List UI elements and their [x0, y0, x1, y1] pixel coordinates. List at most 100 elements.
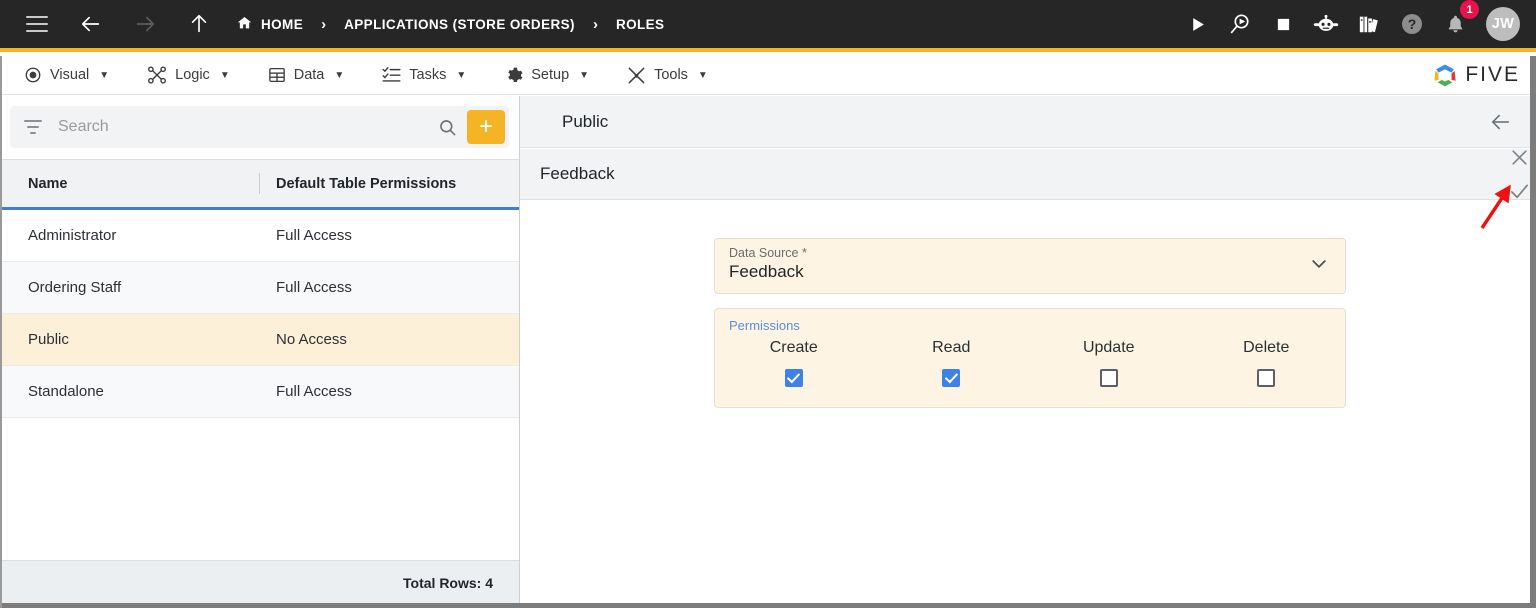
chevron-down-icon-tasks: ▼: [456, 69, 467, 81]
top-navigation-bar: HOME › APPLICATIONS (STORE ORDERS) › ROL…: [0, 0, 1536, 52]
menu-label-setup: Setup: [531, 67, 570, 83]
permissions-legend: Permissions: [729, 318, 800, 333]
column-header-permissions[interactable]: Default Table Permissions: [260, 176, 519, 192]
record-header: Public: [520, 96, 1536, 148]
hamburger-menu-icon[interactable]: [22, 9, 52, 39]
form-header: Feedback: [520, 148, 1536, 200]
permission-label-create: Create: [769, 339, 818, 356]
permission-label-update: Update: [1082, 339, 1135, 356]
five-logo-mark: [1434, 64, 1456, 87]
window-edge-right: [1530, 56, 1536, 608]
home-icon: [236, 15, 253, 34]
library-icon[interactable]: [1354, 9, 1384, 39]
window-edge-bottom: [0, 603, 1536, 608]
nav-back-icon[interactable]: [76, 9, 106, 39]
table-row[interactable]: Administrator Full Access: [0, 210, 519, 262]
data-source-label: Data Source *: [729, 246, 807, 260]
column-divider[interactable]: [259, 173, 260, 194]
chevron-down-icon-logic: ▼: [219, 69, 230, 81]
logic-nodes-icon: [147, 66, 167, 84]
checkbox-read[interactable]: [942, 369, 961, 387]
role-detail-panel: Public Feedback Data Source * Feedback P…: [520, 96, 1536, 604]
search-run-icon[interactable]: [1225, 9, 1255, 39]
chevron-down-icon-tools: ▼: [697, 69, 708, 81]
menu-item-setup[interactable]: Setup ▼: [490, 66, 603, 85]
data-source-select[interactable]: Data Source * Feedback: [714, 238, 1346, 294]
menu-item-logic[interactable]: Logic ▼: [133, 66, 244, 84]
table-footer: Total Rows: 4: [0, 560, 519, 604]
menu-label-tools: Tools: [654, 67, 688, 83]
menu-item-visual[interactable]: Visual ▼: [10, 66, 123, 84]
help-icon[interactable]: ?: [1397, 9, 1427, 39]
menu-label-visual: Visual: [50, 67, 90, 83]
search-icon[interactable]: [428, 118, 467, 137]
cell-name: Administrator: [28, 227, 117, 244]
gear-icon: [504, 66, 523, 85]
cell-name: Public: [28, 331, 69, 348]
roles-table: Name Default Table Permissions Administr…: [0, 159, 519, 418]
five-logo: FIVE: [1432, 62, 1520, 88]
avatar[interactable]: JW: [1486, 7, 1520, 41]
tasks-list-icon: [382, 66, 401, 84]
permissions-fieldset: Permissions Create Read Update Delete: [714, 308, 1346, 408]
window-edge-left: [0, 56, 2, 608]
form-title: Feedback: [540, 164, 615, 183]
stop-icon[interactable]: [1268, 9, 1298, 39]
menu-item-tasks[interactable]: Tasks ▼: [368, 66, 480, 84]
cell-name: Standalone: [28, 383, 104, 400]
breadcrumb-label-roles: ROLES: [615, 16, 665, 32]
table-icon: [268, 66, 286, 84]
cell-name: Ordering Staff: [28, 279, 122, 296]
eye-icon: [24, 66, 42, 84]
table-row[interactable]: Ordering Staff Full Access: [0, 262, 519, 314]
breadcrumb-item-roles[interactable]: ROLES: [616, 17, 665, 32]
panel-back-icon[interactable]: [1484, 105, 1518, 139]
svg-text:?: ?: [1408, 16, 1417, 32]
form-body: Data Source * Feedback Permissions Creat…: [520, 200, 1536, 408]
permission-read: Read: [873, 339, 1031, 387]
data-source-value: Feedback: [729, 262, 804, 281]
page-title: Public: [562, 111, 609, 131]
chevron-down-icon-data: ▼: [334, 69, 345, 81]
menu-label-tasks: Tasks: [409, 67, 447, 83]
checkbox-create[interactable]: [784, 369, 803, 387]
run-icon[interactable]: [1182, 9, 1212, 39]
main-content-area: + Name Default Table Permissions Adminis…: [0, 96, 1536, 604]
permission-label-delete: Delete: [1243, 339, 1290, 356]
nav-forward-icon[interactable]: [130, 9, 160, 39]
robot-icon[interactable]: [1311, 9, 1341, 39]
filter-icon[interactable]: [24, 120, 42, 134]
add-record-button[interactable]: +: [467, 110, 505, 144]
permission-update: Update: [1030, 339, 1188, 387]
table-row[interactable]: Standalone Full Access: [0, 366, 519, 418]
checkbox-delete[interactable]: [1257, 369, 1276, 387]
breadcrumb-item-home[interactable]: HOME: [236, 15, 303, 34]
breadcrumb-label-home: HOME: [261, 16, 304, 32]
menu-item-tools[interactable]: Tools ▼: [613, 66, 722, 85]
tools-icon: [627, 66, 646, 85]
breadcrumb-item-applications[interactable]: APPLICATIONS (STORE ORDERS): [344, 17, 575, 32]
total-rows-label: Total Rows: 4: [403, 574, 493, 591]
permission-delete: Delete: [1188, 339, 1346, 387]
breadcrumb-separator: ›: [321, 15, 327, 33]
cell-permissions: Full Access: [276, 383, 352, 400]
roles-list-panel: + Name Default Table Permissions Adminis…: [0, 96, 520, 604]
table-row-selected[interactable]: Public No Access: [0, 314, 519, 366]
chevron-down-icon[interactable]: [1309, 254, 1329, 279]
search-input[interactable]: [58, 118, 428, 136]
five-logo-text: FIVE: [1465, 63, 1520, 86]
checkbox-update[interactable]: [1099, 369, 1118, 387]
permission-create: Create: [715, 339, 873, 387]
menu-label-data: Data: [293, 67, 325, 83]
menu-item-data[interactable]: Data ▼: [254, 66, 359, 84]
nav-up-icon[interactable]: [184, 9, 214, 39]
cell-permissions: Full Access: [276, 279, 352, 296]
bell-icon[interactable]: 1: [1440, 0, 1479, 39]
column-header-name[interactable]: Name: [0, 176, 260, 192]
table-header-row: Name Default Table Permissions: [0, 160, 519, 210]
application-menu-bar: Visual ▼ Logic ▼ Data ▼ Tasks ▼ Setup ▼: [0, 56, 1536, 95]
notification-badge: 1: [1460, 0, 1479, 19]
breadcrumb-separator-2: ›: [592, 15, 598, 33]
cell-permissions: No Access: [276, 331, 347, 348]
cell-permissions: Full Access: [276, 227, 352, 244]
